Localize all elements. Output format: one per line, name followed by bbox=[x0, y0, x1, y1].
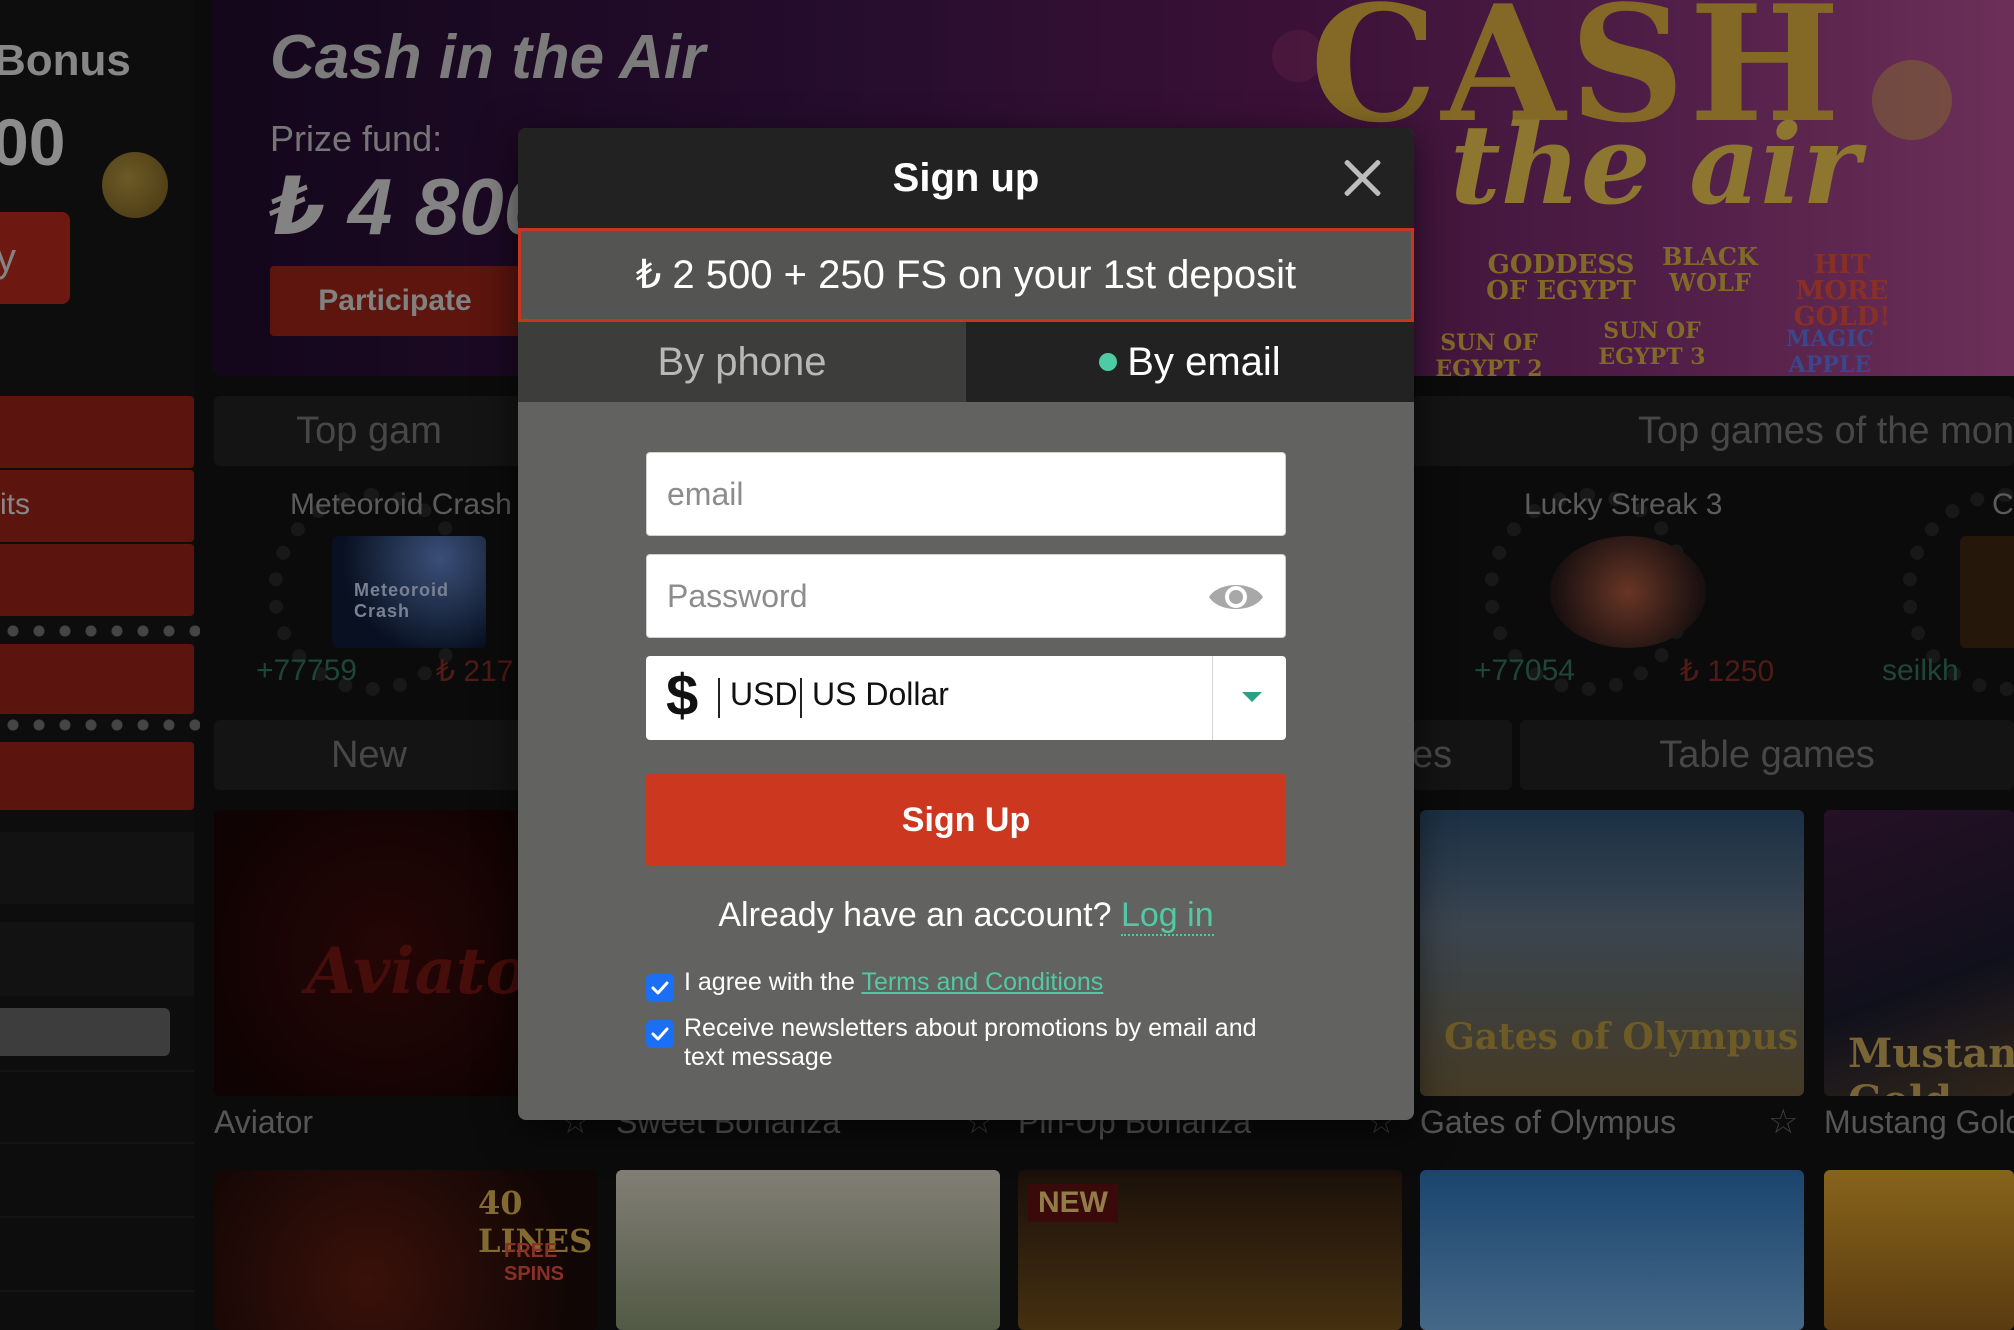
terms-link[interactable]: Terms and Conditions bbox=[861, 968, 1103, 996]
checkmark-icon bbox=[651, 1027, 669, 1041]
currency-select[interactable]: $ USD US Dollar bbox=[646, 656, 1286, 740]
tab-by-email[interactable]: By email bbox=[966, 322, 1414, 402]
password-field-wrapper bbox=[646, 554, 1286, 638]
newsletter-label: Receive newsletters about promotions by … bbox=[684, 1014, 1257, 1071]
login-link[interactable]: Log in bbox=[1120, 896, 1214, 936]
close-icon[interactable] bbox=[1340, 156, 1384, 200]
signup-modal: Sign up ₺ 2 500 + 250 FS on your 1st dep… bbox=[518, 128, 1414, 1120]
email-field[interactable] bbox=[647, 453, 1285, 535]
tab-by-phone[interactable]: By phone bbox=[518, 322, 966, 402]
currency-name: US Dollar bbox=[812, 676, 949, 712]
active-tab-indicator-icon bbox=[1099, 353, 1118, 371]
have-account-text: Already have an account? bbox=[718, 896, 1112, 934]
dropdown-divider bbox=[1212, 656, 1213, 740]
tab-by-phone-label: By phone bbox=[657, 339, 827, 384]
dollar-icon: $ bbox=[666, 663, 699, 728]
terms-label: I agree with the Terms and Conditions bbox=[684, 968, 1103, 997]
newsletter-checkbox[interactable] bbox=[646, 1020, 674, 1048]
eye-icon[interactable] bbox=[1207, 577, 1265, 617]
login-prompt: Already have an account? Log in bbox=[518, 896, 1414, 936]
currency-code: USD bbox=[730, 676, 798, 712]
currency-separator bbox=[718, 678, 720, 718]
checkmark-icon bbox=[651, 981, 669, 995]
currency-separator bbox=[800, 678, 802, 718]
chevron-down-icon[interactable] bbox=[1242, 692, 1262, 702]
password-field[interactable] bbox=[647, 555, 1285, 637]
modal-title: Sign up bbox=[892, 155, 1040, 200]
tab-by-email-label: By email bbox=[1127, 339, 1281, 384]
signup-button[interactable]: Sign Up bbox=[646, 774, 1286, 866]
terms-checkbox[interactable] bbox=[646, 974, 674, 1002]
email-field-wrapper bbox=[646, 452, 1286, 536]
deposit-bonus-banner: ₺ 2 500 + 250 FS on your 1st deposit bbox=[518, 228, 1414, 322]
agree-prefix: I agree with the bbox=[684, 968, 855, 996]
